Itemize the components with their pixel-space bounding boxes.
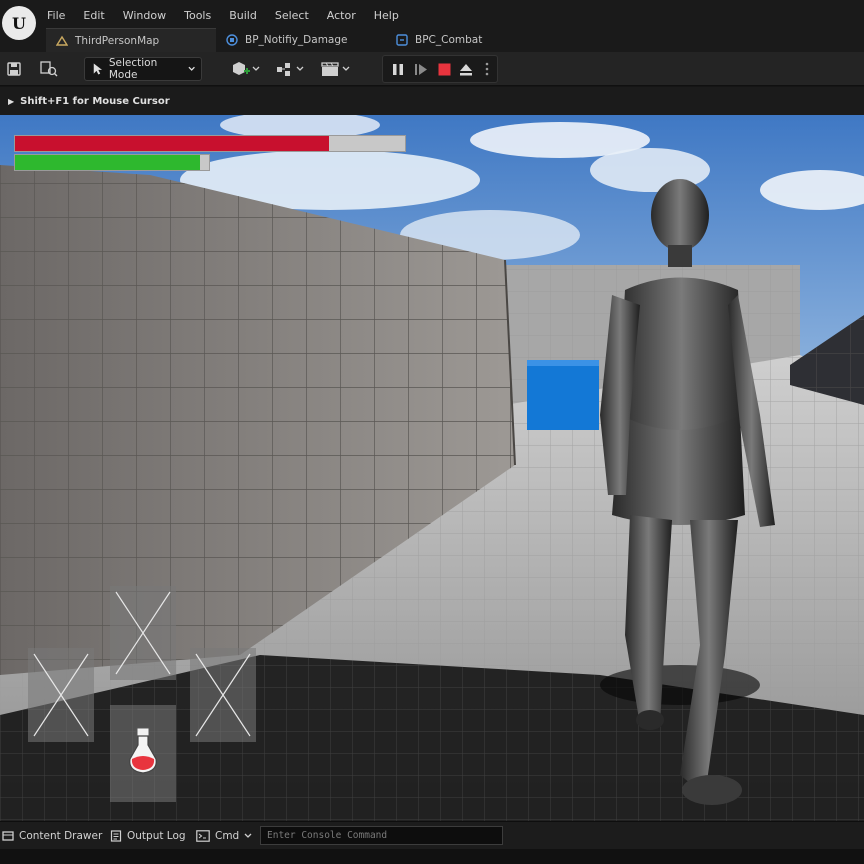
item-slot-down[interactable] [110,705,176,802]
component-icon [396,34,408,46]
health-bar [14,135,406,152]
cmd-label: Cmd [215,830,240,842]
output-log-button[interactable]: Output Log [110,822,186,850]
hint-text: Shift+F1 for Mouse Cursor [20,95,170,107]
title-bar: U File Edit Window Tools Build Select Ac… [0,0,864,52]
tab-label: BP_Notifiy_Damage [245,34,348,46]
potion-icon [129,727,157,774]
footer-strip [0,849,864,864]
play-controls [382,55,498,83]
stop-icon[interactable] [435,57,453,81]
game-viewport[interactable] [0,115,864,821]
menu-window[interactable]: Window [114,9,175,22]
save-icon[interactable] [4,57,24,81]
menu-bar: File Edit Window Tools Build Select Acto… [38,0,408,30]
tab-third-person-map[interactable]: ThirdPersonMap [46,28,216,52]
level-icon [56,35,68,47]
empty-slot-icon [115,591,171,675]
tab-bpc-combat[interactable]: BPC_Combat [386,28,550,52]
health-bar-fill [15,136,329,151]
stamina-bar [14,154,210,171]
cursor-icon [93,63,103,75]
empty-slot-icon [33,653,89,737]
empty-slot-icon [195,653,251,737]
content-drawer-label: Content Drawer [19,830,103,842]
frame-skip-icon[interactable] [412,57,430,81]
output-log-icon [110,830,122,842]
tab-label: BPC_Combat [415,34,483,46]
menu-actor[interactable]: Actor [318,9,365,22]
item-slot-left[interactable] [28,648,94,742]
selection-mode-dropdown[interactable]: Selection Mode [84,57,202,81]
output-log-label: Output Log [127,830,186,842]
viewport-header: ▶ Shift+F1 for Mouse Cursor [0,87,864,115]
item-slot-up[interactable] [110,586,176,680]
menu-build[interactable]: Build [220,9,266,22]
more-icon[interactable] [481,57,493,81]
chevron-down-icon [188,66,195,71]
menu-help[interactable]: Help [365,9,408,22]
eject-icon[interactable] [457,57,475,81]
selection-mode-label: Selection Mode [108,57,158,81]
menu-edit[interactable]: Edit [74,9,113,22]
tab-bp-notify-damage[interactable]: BP_Notifiy_Damage [216,28,386,52]
status-bar: Content Drawer Output Log Cmd [0,821,864,849]
add-actor-icon[interactable] [229,57,261,81]
console-command-input[interactable] [260,826,503,845]
content-drawer-icon [2,830,14,842]
terminal-icon [196,830,210,842]
cmd-dropdown[interactable]: Cmd [196,822,252,850]
cinematics-icon[interactable] [319,57,353,81]
unreal-logo-icon[interactable]: U [2,6,36,40]
item-slot-right[interactable] [190,648,256,742]
play-arrow-icon: ▶ [8,96,15,106]
mouse-cursor-hint: ▶ Shift+F1 for Mouse Cursor [8,87,170,115]
tab-label: ThirdPersonMap [75,34,160,47]
content-drawer-button[interactable]: Content Drawer [2,822,102,850]
pause-icon[interactable] [389,57,407,81]
menu-file[interactable]: File [38,9,74,22]
browse-icon[interactable] [38,57,60,81]
chevron-down-icon [244,833,252,838]
menu-select[interactable]: Select [266,9,318,22]
blueprint-icon [226,34,238,46]
stamina-bar-fill [15,155,201,170]
snap-icon[interactable] [274,57,308,81]
document-tabs: ThirdPersonMap BP_Notifiy_Damage BPC_Com… [46,28,550,52]
menu-tools[interactable]: Tools [175,9,220,22]
